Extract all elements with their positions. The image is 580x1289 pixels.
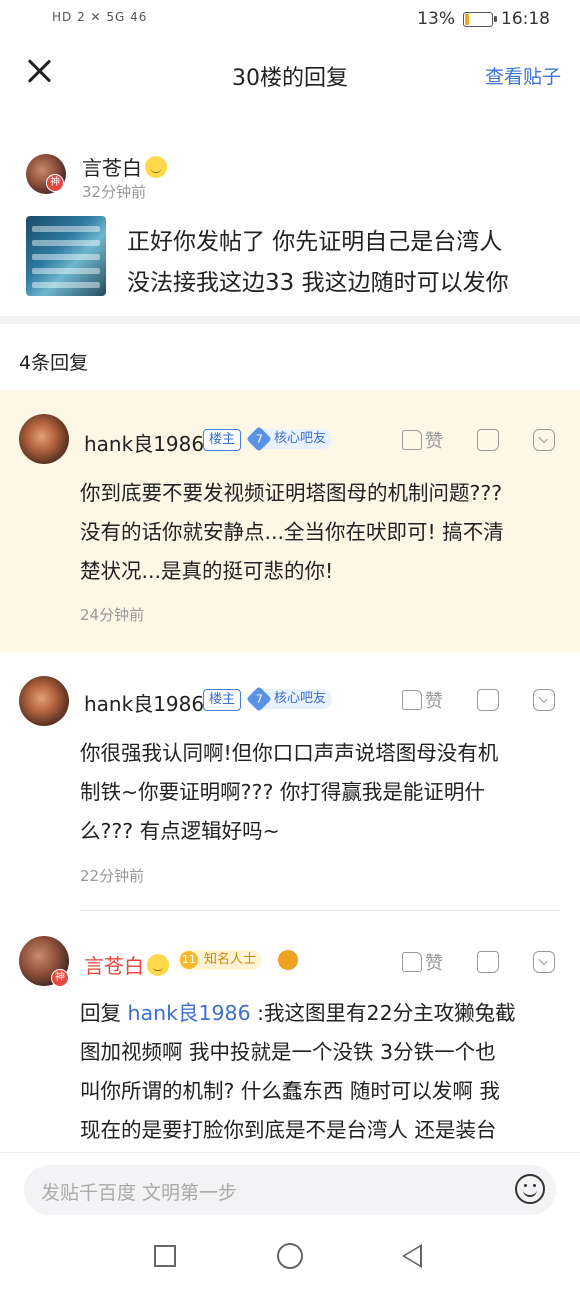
reply-item: hank良1986 楼主 7 核心吧友 赞 你很强我认同啊!但你口口声声说塔图母没… [0, 652, 580, 912]
reply-content: 你很强我认同啊!但你口口声声说塔图母没有机 制铁~你要证明啊??? 你打得赢我是… [80, 734, 560, 851]
reply-item: 神 言苍白 11 知名人士 赞 回复 hank良1986 :我这图里有22分主攻獭… [0, 912, 580, 1152]
post-image[interactable] [26, 216, 106, 296]
reply-line: 么??? 有点逻辑好吗~ [80, 819, 280, 843]
reply-actions: 赞 [402, 427, 555, 453]
battery-icon [463, 11, 497, 27]
level-badge: 7 核心吧友 [246, 426, 333, 452]
reply-time: 22分钟前 [80, 867, 145, 885]
divider [80, 910, 561, 911]
like-button[interactable]: 赞 [402, 687, 443, 713]
reply-author-name: 言苍白 [84, 954, 144, 978]
thumbs-up-icon [402, 690, 422, 710]
battery-percent: 13% [417, 9, 455, 29]
op-author[interactable]: 言苍白 [82, 152, 167, 181]
home-icon[interactable] [277, 1243, 303, 1269]
reply-time: 24分钟前 [80, 606, 145, 624]
mention-link[interactable]: hank良1986 [128, 1001, 251, 1025]
op-tag: 楼主 [203, 429, 242, 451]
thumbs-up-icon [402, 952, 422, 972]
reply-line: 制铁~你要证明啊??? 你打得赢我是能证明什 [80, 780, 485, 804]
reply-input-placeholder: 发贴千百度 文明第一步 [41, 1182, 238, 1204]
more-options-icon[interactable] [533, 951, 555, 973]
op-tag: 楼主 [203, 689, 242, 711]
level-badge: 7 核心吧友 [246, 686, 333, 712]
reply-prefix: 回复 [80, 1001, 128, 1025]
reply-item: hank良1986 楼主 7 核心吧友 赞 你到底要不要发视频证明塔图母的机制问题… [0, 390, 580, 652]
op-author-name: 言苍白 [82, 156, 142, 180]
avatar[interactable] [19, 676, 69, 726]
level-icon: 7 [246, 686, 272, 712]
reply-line: 图加视频啊 我中投就是一个没铁 3分铁一个也 [80, 1040, 496, 1064]
reply-line: 回复 hank良1986 :我这图里有22分主攻獭兔截 [80, 994, 560, 1033]
reply-content: 回复 hank良1986 :我这图里有22分主攻獭兔截 图加视频啊 我中投就是一… [80, 994, 560, 1150]
more-options-icon[interactable] [533, 689, 555, 711]
avatar[interactable] [19, 414, 69, 464]
like-label: 赞 [425, 691, 443, 712]
thumbs-down-icon[interactable] [477, 429, 499, 451]
reply-line: 叫你所谓的机制? 什么蠢东西 随时可以发啊 我 [80, 1079, 500, 1103]
op-content-line: 正好你发帖了 你先证明自己是台湾人 [127, 229, 503, 255]
thumbs-down-icon[interactable] [477, 689, 499, 711]
reply-line: 你到底要不要发视频证明塔图母的机制问题??? [80, 481, 503, 505]
reply-author[interactable]: 言苍白 [84, 950, 169, 979]
network-indicators: HD 2 ✕ 5G 46 [52, 10, 148, 24]
top-bar: 30楼的回复 查看贴子 [0, 48, 580, 102]
level-title: 核心吧友 [274, 431, 327, 446]
level-title: 核心吧友 [274, 691, 327, 706]
reply-line: 你很强我认同啊!但你口口声声说塔图母没有机 [80, 741, 499, 765]
level-title: 知名人士 [204, 952, 257, 967]
view-post-link[interactable]: 查看贴子 [485, 62, 561, 89]
like-label: 赞 [425, 431, 443, 452]
reply-input[interactable]: 发贴千百度 文明第一步 [24, 1165, 556, 1215]
gamepad-icon [278, 950, 298, 970]
status-right: 13% 16:18 [417, 9, 550, 29]
reply-line: 楚状况...是真的挺可悲的你! [80, 559, 334, 583]
op-time: 32分钟前 [82, 183, 147, 201]
like-button[interactable]: 赞 [402, 427, 443, 453]
level-icon: 7 [246, 426, 272, 452]
reply-actions: 赞 [402, 687, 555, 713]
reply-author[interactable]: hank良1986 [84, 428, 204, 457]
back-icon[interactable] [402, 1244, 422, 1268]
system-nav-bar [0, 1230, 580, 1289]
emoji-icon[interactable] [515, 1174, 545, 1204]
more-options-icon[interactable] [533, 429, 555, 451]
reply-content: 你到底要不要发视频证明塔图母的机制问题??? 没有的话你就安静点...全当你在吠… [80, 474, 560, 591]
thumbs-down-icon[interactable] [477, 951, 499, 973]
op-content: 正好你发帖了 你先证明自己是台湾人 没法接我这边33 我这边随时可以发你 [127, 222, 567, 304]
reply-line: 现在的是要打脸你到底是不是台湾人 还是装台 [80, 1118, 497, 1142]
recents-icon[interactable] [154, 1245, 176, 1267]
reply-actions: 赞 [402, 949, 555, 975]
moon-emoji-icon [145, 156, 167, 178]
section-divider [0, 316, 580, 324]
reply-text: :我这图里有22分主攻獭兔截 [250, 1001, 516, 1025]
reply-line: 没有的话你就安静点...全当你在吠即可! 搞不清 [80, 520, 504, 544]
reply-author[interactable]: hank良1986 [84, 688, 204, 717]
moon-emoji-icon [147, 954, 169, 976]
god-badge-icon: 神 [46, 174, 64, 192]
reply-count: 4条回复 [19, 352, 89, 374]
reply-input-bar: 发贴千百度 文明第一步 [0, 1152, 580, 1231]
level-badge: 11 知名人士 [178, 950, 263, 970]
like-label: 赞 [425, 953, 443, 974]
like-button[interactable]: 赞 [402, 949, 443, 975]
god-badge-icon: 神 [51, 969, 69, 987]
status-bar: HD 2 ✕ 5G 46 13% 16:18 [0, 0, 580, 40]
thumbs-up-icon [402, 430, 422, 450]
level-icon: 11 [180, 951, 198, 969]
clock: 16:18 [501, 9, 550, 29]
op-content-line: 没法接我这边33 我这边随时可以发你 [127, 270, 509, 296]
